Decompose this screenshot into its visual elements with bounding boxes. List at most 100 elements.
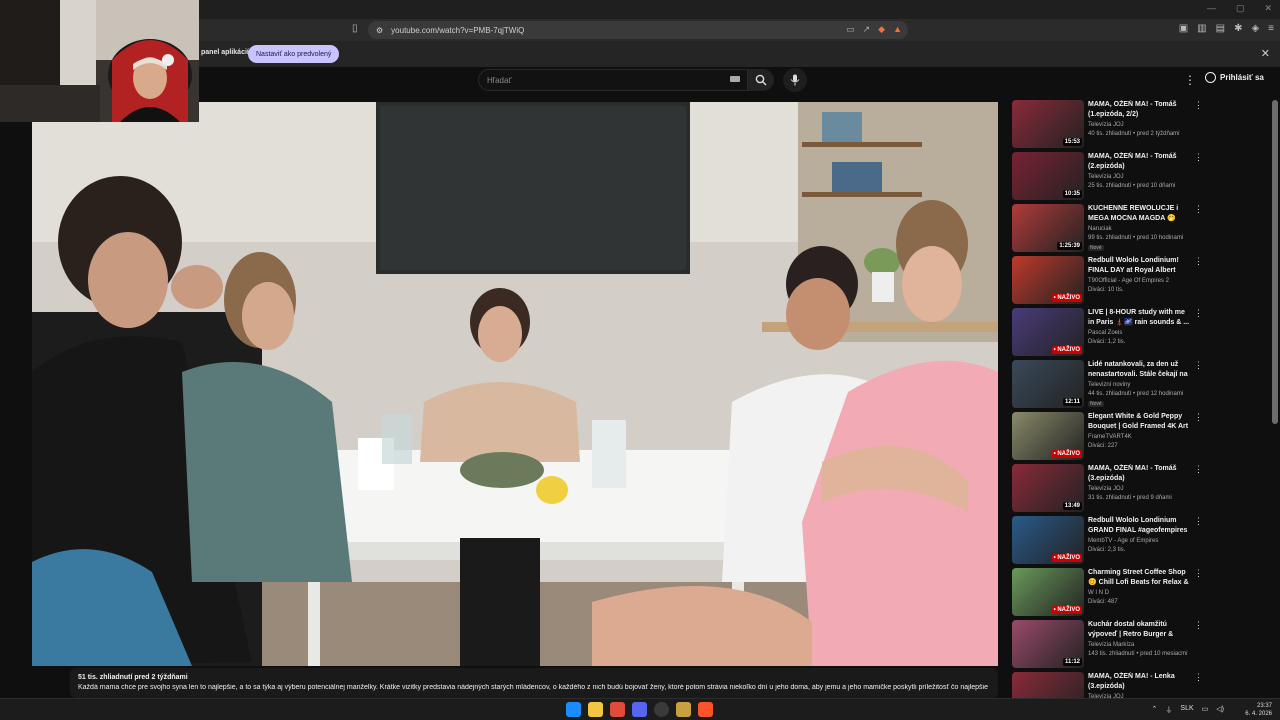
video-thumbnail[interactable]: 13:49 [1012, 464, 1084, 512]
share-icon[interactable]: ↗ [863, 24, 871, 35]
video-title[interactable]: MAMA, OŽEŇ MA! - Tomáš (1.epizóda, 2/2) [1088, 100, 1192, 120]
chevron-up-icon[interactable]: ⌃ [1152, 705, 1158, 715]
more-icon[interactable]: ⋮ [1194, 516, 1203, 527]
recommended-video[interactable]: 15:53 MAMA, OŽEŇ MA! - Tomáš (1.epizóda, … [1012, 100, 1262, 150]
video-title[interactable]: Redbull Wololo Londinium GRAND FINAL #ag… [1088, 516, 1192, 536]
channel-name[interactable]: Televizní noviny [1088, 382, 1130, 388]
video-thumbnail[interactable]: • NAŽIVO [1012, 568, 1084, 616]
video-title[interactable]: Redbull Wololo Londinium! FINAL DAY at R… [1088, 256, 1192, 276]
address-bar[interactable]: ⚙ youtube.com/watch?v=PMB-7qjTWiQ ▭ ↗ ◆ … [368, 21, 908, 39]
more-icon[interactable]: ⋮ [1194, 464, 1203, 475]
site-info-icon[interactable]: ⚙ [376, 26, 383, 35]
recommended-video[interactable]: 10:35 MAMA, OŽEŇ MA! - Tomáš (2.epizóda) T… [1012, 152, 1262, 202]
cast-icon[interactable]: ▭ [846, 24, 855, 35]
video-thumbnail[interactable]: • NAŽIVO [1012, 308, 1084, 356]
recommended-video[interactable]: 13:49 MAMA, OŽEŇ MA! - Tomáš (3.epizóda) T… [1012, 464, 1262, 514]
discord-icon[interactable] [632, 702, 647, 717]
search-button[interactable] [748, 69, 774, 91]
video-thumbnail[interactable]: 12:11 [1012, 360, 1084, 408]
minimize-icon[interactable]: — [1207, 3, 1216, 14]
video-title[interactable]: MAMA, OŽEŇ MA! - Tomáš (3.epizóda) [1088, 464, 1192, 484]
video-thumbnail[interactable]: • NAŽIVO [1012, 412, 1084, 460]
channel-name[interactable]: FrameTVART4K [1088, 434, 1132, 440]
live-badge: • NAŽIVO [1051, 294, 1082, 302]
video-title[interactable]: Charming Street Coffee Shop 😊 Chill Lofi… [1088, 568, 1192, 588]
video-title[interactable]: Lidé natankovali, za den už nenastartova… [1088, 360, 1192, 380]
channel-name[interactable]: Televízia JOJ [1088, 122, 1124, 128]
video-thumbnail[interactable]: 15:53 [1012, 100, 1084, 148]
search-input[interactable]: Hľadať [478, 69, 748, 91]
volume-icon[interactable]: ◁) [1216, 705, 1224, 715]
more-icon[interactable]: ⋮ [1194, 360, 1203, 371]
recommended-video[interactable]: 11:12 Kuchár dostal okamžitú výpoveď | Re… [1012, 620, 1262, 670]
more-icon[interactable]: ⋮ [1194, 204, 1203, 215]
wallet-icon[interactable]: ▣ [1179, 23, 1188, 34]
more-icon[interactable]: ⋮ [1194, 412, 1203, 423]
recommended-video[interactable]: • NAŽIVO Redbull Wololo Londinium! FINAL … [1012, 256, 1262, 306]
recommended-video[interactable]: • NAŽIVO Redbull Wololo Londinium GRAND F… [1012, 516, 1262, 566]
voice-search-button[interactable] [783, 68, 807, 92]
video-title[interactable]: MAMA, OŽEŇ MA! - Tomáš (2.epizóda) [1088, 152, 1192, 172]
video-title[interactable]: KUCHENNE REWOLUCJE i MEGA MOCNA MAGDA 🤭 [1088, 204, 1192, 224]
more-icon[interactable]: ⋮ [1194, 568, 1203, 579]
channel-name[interactable]: Pascal Zoeis [1088, 330, 1122, 336]
more-icon[interactable]: ⋮ [1194, 672, 1203, 683]
more-icon[interactable]: ⋮ [1184, 73, 1196, 87]
language-indicator[interactable]: SLK [1180, 705, 1193, 715]
channel-name[interactable]: W I N D [1088, 590, 1109, 596]
clock[interactable]: 23:37 6. 4. 2026 [1245, 702, 1272, 718]
video-thumbnail[interactable] [1012, 672, 1084, 698]
video-thumbnail[interactable]: 1:25:39 [1012, 204, 1084, 252]
channel-name[interactable]: Naruciak [1088, 226, 1112, 232]
video-title[interactable]: MAMA, OŽEŇ MA! - Lenka (3.epizóda) [1088, 672, 1192, 692]
bookmark-icon[interactable]: ▯ [352, 23, 358, 34]
windows-start-icon[interactable] [566, 702, 581, 717]
usb-icon[interactable]: ⏚ [1165, 705, 1172, 715]
video-title[interactable]: Elegant White & Gold Peppy Bouquet | Gol… [1088, 412, 1192, 432]
recommended-video[interactable]: 1:25:39 KUCHENNE REWOLUCJE i MEGA MOCNA M… [1012, 204, 1262, 254]
network-icon[interactable]: ▭ [1202, 705, 1209, 715]
channel-name[interactable]: MembTV - Age of Empires [1088, 538, 1158, 544]
recommended-video[interactable]: • NAŽIVO LIVE | 8-HOUR study with me in P… [1012, 308, 1262, 358]
extensions-icon[interactable]: ✱ [1234, 23, 1242, 34]
video-thumbnail[interactable]: • NAŽIVO [1012, 516, 1084, 564]
more-icon[interactable]: ⋮ [1194, 308, 1203, 319]
chrome-icon[interactable] [610, 702, 625, 717]
video-thumbnail[interactable]: • NAŽIVO [1012, 256, 1084, 304]
video-thumbnail[interactable]: 10:35 [1012, 152, 1084, 200]
channel-name[interactable]: Televízia JOJ [1088, 174, 1124, 180]
more-icon[interactable]: ⋮ [1194, 256, 1203, 267]
channel-name[interactable]: Televízia Markíza [1088, 642, 1134, 648]
video-player[interactable] [32, 102, 998, 666]
tabs-icon[interactable]: ▤ [1216, 23, 1225, 34]
video-title[interactable]: Kuchár dostal okamžitú výpoveď | Retro B… [1088, 620, 1192, 640]
maximize-icon[interactable]: ▢ [1236, 3, 1245, 14]
recommended-video[interactable]: 12:11 Lidé natankovali, za den už nenasta… [1012, 360, 1262, 410]
brave-shield-icon[interactable]: ◆ [878, 24, 885, 35]
video-thumbnail[interactable]: 11:12 [1012, 620, 1084, 668]
channel-name[interactable]: Televízia JOJ [1088, 486, 1124, 492]
brave-icon[interactable] [698, 702, 713, 717]
keyboard-icon[interactable] [730, 76, 740, 82]
menu-icon[interactable]: ≡ [1268, 23, 1274, 34]
game-launcher-icon[interactable] [676, 702, 691, 717]
obs-icon[interactable] [654, 702, 669, 717]
scrollbar[interactable] [1272, 100, 1278, 424]
close-icon[interactable]: ✕ [1264, 3, 1272, 14]
more-icon[interactable]: ⋮ [1194, 620, 1203, 631]
sign-in-button[interactable]: Prihlásiť sa [1205, 72, 1264, 83]
video-title[interactable]: LIVE | 8-HOUR study with me in Paris 🗼🌌 … [1088, 308, 1192, 328]
video-description[interactable]: 51 tis. zhliadnutí pred 2 týždňami Každá… [70, 668, 998, 698]
close-icon[interactable]: ✕ [1261, 47, 1270, 60]
more-icon[interactable]: ⋮ [1194, 100, 1203, 111]
recommended-video[interactable]: • NAŽIVO Charming Street Coffee Shop 😊 Ch… [1012, 568, 1262, 618]
file-explorer-icon[interactable] [588, 702, 603, 717]
more-icon[interactable]: ⋮ [1194, 152, 1203, 163]
rewards-icon[interactable]: ▲ [893, 24, 902, 35]
recommended-video[interactable]: • NAŽIVO Elegant White & Gold Peppy Bouqu… [1012, 412, 1262, 462]
sidebar-icon[interactable]: ▥ [1197, 23, 1206, 34]
channel-name[interactable]: T90Official - Age Of Empires 2 [1088, 278, 1169, 284]
set-default-button[interactable]: Nastaviť ako predvolený [248, 45, 340, 63]
vpn-icon[interactable]: ◈ [1251, 23, 1259, 34]
recommended-video[interactable]: MAMA, OŽEŇ MA! - Lenka (3.epizóda) Televí… [1012, 672, 1262, 698]
